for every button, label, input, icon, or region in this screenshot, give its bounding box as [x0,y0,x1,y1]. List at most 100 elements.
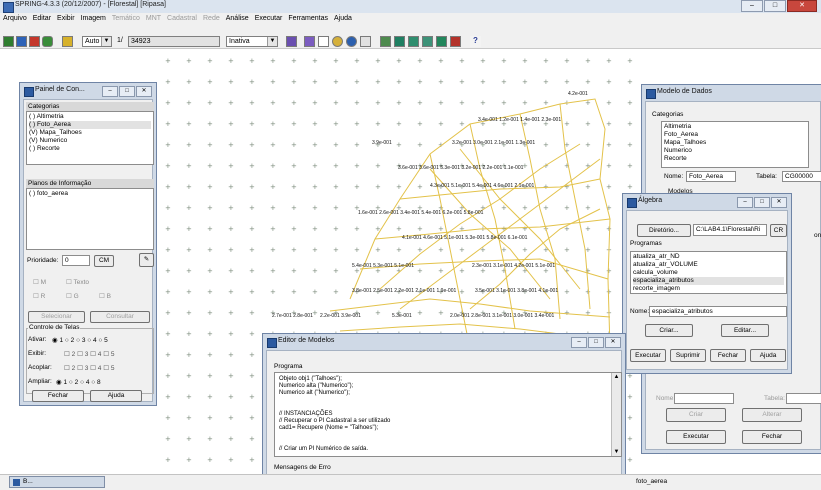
list-item[interactable]: ( ) Foto_Aerea [29,121,151,129]
minimize-button[interactable]: – [571,337,587,348]
menu-ferramentas[interactable]: Ferramentas [285,13,331,24]
minimized-window[interactable]: B... [9,476,105,488]
programas-list[interactable]: atualiza_atr_ND atualiza_atr_VOLUME calc… [630,251,787,294]
list-item[interactable]: (V) Numerico [29,137,151,145]
categorias-list[interactable]: ( ) Altimetria ( ) Foto_Aerea (V) Mapa_T… [26,111,154,165]
menu-cadastral[interactable]: Cadastral [164,13,200,24]
close-button[interactable]: ✕ [771,197,787,208]
modelo-categorias-list[interactable]: Altimetria Foto_Aerea Mapa_Talhoes Numer… [661,121,809,168]
editor-title-bar[interactable]: Editor de Modelos – □ ✕ [263,334,625,350]
list-item[interactable]: ( ) Altimetria [29,113,151,121]
close-button[interactable]: ✕ [136,86,152,97]
algebra-nome-input[interactable]: espacializa_atributos [649,306,787,317]
check-r[interactable]: ☐ R [33,292,45,300]
measure-icon[interactable] [394,36,405,47]
algebra-editar-button[interactable]: Editar... [721,324,769,337]
list-item[interactable]: atualiza_atr_VOLUME [633,261,784,269]
pointer-icon[interactable] [62,36,73,47]
check-g[interactable]: ☐ G [66,292,79,300]
exibir-checkbox-group[interactable]: ☐ 2 ☐ 3 ☐ 4 ☐ 5 [64,350,115,358]
scale-input[interactable]: 34923 [128,36,220,47]
diretorio-button[interactable]: Diretório... [637,224,691,237]
close-button[interactable]: ✕ [787,0,817,12]
ajuda-button[interactable]: Ajuda [90,390,142,402]
minimize-button[interactable]: – [102,86,118,97]
cm-button[interactable]: CM [94,255,114,267]
list-item[interactable]: ( ) foto_aerea [29,190,151,198]
menu-executar[interactable]: Executar [252,13,286,24]
add-icon[interactable] [318,36,329,47]
prioridade-input[interactable]: 0 [62,255,90,266]
modelo-tabela-input[interactable]: CG00000 [782,171,821,182]
pan-icon[interactable] [332,36,343,47]
list-item[interactable]: Altimetria [664,123,806,131]
menu-analise[interactable]: Análise [223,13,252,24]
list-item[interactable]: ( ) Recorte [29,145,151,153]
modelo-executar-button[interactable]: Executar [666,430,726,444]
check-m[interactable]: ☐ M [33,278,46,286]
code-editor[interactable]: Objeto obj1 ("Talhoes"); Numerico alta ("… [274,372,622,457]
list-item[interactable]: recorte_imagem [633,285,784,293]
open-project-icon[interactable] [3,36,14,47]
diretorio-path-input[interactable]: C:\LAB4.1\Florestal\Ri [693,224,767,236]
area-icon[interactable] [422,36,433,47]
scroll-down-icon[interactable]: ▼ [612,448,621,456]
scale-mode-select[interactable]: Auto ▼ [82,36,112,47]
list-item[interactable]: Numerico [664,147,806,155]
list-item[interactable]: Mapa_Talhoes [664,139,806,147]
menu-exibir[interactable]: Exibir [54,13,78,24]
list-item[interactable]: Foto_Aerea [664,131,806,139]
algebra-executar-button[interactable]: Executar [630,349,666,362]
algebra-criar-button[interactable]: Criar... [645,324,693,337]
layout-icon[interactable] [286,36,297,47]
check-texto[interactable]: ☐ Texto [66,278,89,286]
modelo-title-bar[interactable]: Modelo de Dados [642,85,821,101]
distance-icon[interactable] [408,36,419,47]
scroll-up-icon[interactable]: ▲ [612,373,621,381]
selecionar-button[interactable]: Selecionar [28,311,85,323]
planos-list[interactable]: ( ) foto_aerea [26,188,154,250]
list-item[interactable]: Recorte [664,155,806,163]
check-b[interactable]: ☐ B [99,292,111,300]
list-item[interactable]: calcula_volume [633,269,784,277]
menu-arquivo[interactable]: Arquivo [0,13,30,24]
layer-state-select[interactable]: Inativa ▼ [226,36,278,47]
acoplar-checkbox-group[interactable]: ☐ 2 ☐ 3 ☐ 4 ☐ 5 [64,364,115,372]
list-item[interactable]: atualiza_atr_ND [633,253,784,261]
save-icon[interactable] [16,36,27,47]
cr-button[interactable]: CR [770,224,787,237]
cursor-icon[interactable] [360,36,371,47]
edit-icon[interactable] [42,36,53,47]
modelo-fechar-button[interactable]: Fechar [742,430,802,444]
query-icon[interactable] [436,36,447,47]
menu-editar[interactable]: Editar [30,13,54,24]
menu-rede[interactable]: Rede [200,13,223,24]
algebra-fechar-button[interactable]: Fechar [710,349,746,362]
ampliar-radio-group[interactable]: ◉ 1 ○ 2 ○ 4 ○ 8 [56,378,101,386]
menu-imagem[interactable]: Imagem [78,13,109,24]
modelo-alterar-button[interactable]: Alterar [742,408,802,422]
help-icon[interactable]: ? [470,36,481,47]
maximize-button[interactable]: □ [764,0,786,12]
draw-icon[interactable] [29,36,40,47]
list-item[interactable]: (V) Mapa_Talhoes [29,129,151,137]
pencil-icon[interactable]: ✎ [139,253,154,267]
stop-icon[interactable] [450,36,461,47]
minimize-button[interactable]: – [737,197,753,208]
info-icon[interactable] [346,36,357,47]
modelo-nome2-input[interactable] [674,393,734,404]
ativar-radio-group[interactable]: ◉ 1 ○ 2 ○ 3 ○ 4 ○ 5 [52,336,108,344]
select-icon[interactable] [380,36,391,47]
maximize-button[interactable]: □ [119,86,135,97]
list-item[interactable]: espacializa_atributos [633,277,784,285]
modelo-criar-button[interactable]: Criar [666,408,726,422]
menu-ajuda[interactable]: Ajuda [331,13,355,24]
maximize-button[interactable]: □ [588,337,604,348]
modelo-nome-input[interactable]: Foto_Aerea [686,171,736,182]
maximize-button[interactable]: □ [754,197,770,208]
close-button[interactable]: ✕ [605,337,621,348]
consultar-button[interactable]: Consultar [90,311,150,323]
minimize-button[interactable]: – [741,0,763,12]
algebra-title-bar[interactable]: Álgebra – □ ✕ [623,194,791,210]
zoom-icon[interactable] [304,36,315,47]
